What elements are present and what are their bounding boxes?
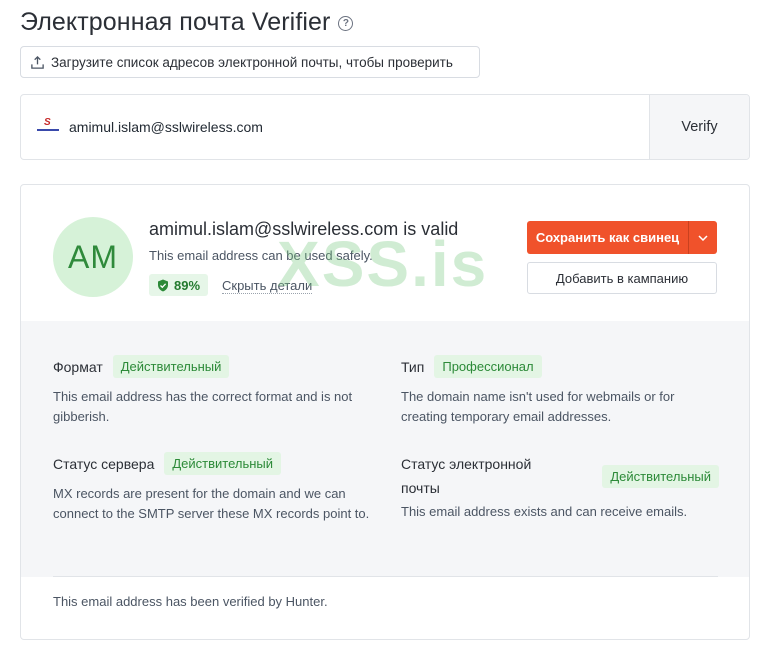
result-headline: amimul.islam@sslwireless.com is valid xyxy=(149,219,459,239)
page-title: Электронная почта Verifier xyxy=(20,8,331,36)
hide-details-link[interactable]: Скрыть детали xyxy=(222,278,313,294)
save-as-lead-button[interactable]: Сохранить как свинец xyxy=(527,221,688,254)
chevron-down-icon xyxy=(698,234,708,241)
status-badge: Действительный xyxy=(112,355,230,378)
detail-label: Статус электронной почты xyxy=(401,456,532,496)
add-to-campaign-button[interactable]: Добавить в кампанию xyxy=(527,262,717,294)
detail-description: This email address exists and can receiv… xyxy=(401,504,688,519)
detail-format: Формат Действительный This email address… xyxy=(53,355,373,427)
status-badge: Действительный xyxy=(164,452,282,475)
verify-input-wrap: S xyxy=(21,95,649,159)
detail-description: This email address has the correct forma… xyxy=(53,389,353,424)
page-header: Электронная почта Verifier ? xyxy=(20,8,354,37)
detail-email-status: Статус электронной почты Действительный … xyxy=(401,452,719,522)
detail-server-status: Статус сервера Действительный MX records… xyxy=(53,452,373,524)
status-badge: Профессионал xyxy=(434,355,542,378)
divider xyxy=(53,576,718,577)
upload-list-button[interactable]: Загрузите список адресов электронной поч… xyxy=(20,46,480,78)
save-lead-group: Сохранить как свинец xyxy=(527,221,717,254)
shield-check-icon xyxy=(158,279,168,291)
domain-logo-icon: S xyxy=(37,117,59,134)
upload-list-label: Загрузите список адресов электронной поч… xyxy=(51,54,453,70)
upload-icon xyxy=(31,55,44,69)
question-circle-icon[interactable]: ? xyxy=(338,16,354,31)
score-value: 89% xyxy=(174,277,201,293)
verify-form: S Verify xyxy=(20,94,750,160)
status-badge: Действительный xyxy=(602,464,719,488)
result-card: AM amimul.islam@sslwireless.com is valid… xyxy=(20,184,750,640)
detail-description: The domain name isn't used for webmails … xyxy=(401,389,675,424)
avatar: AM xyxy=(53,217,133,297)
save-dropdown-button[interactable] xyxy=(688,221,717,254)
details-panel: Формат Действительный This email address… xyxy=(21,321,749,577)
detail-type: Тип Профессионал The domain name isn't u… xyxy=(401,355,721,427)
verify-button[interactable]: Verify xyxy=(649,95,749,159)
result-subtitle: This email address can be used safely. xyxy=(149,248,373,263)
detail-label: Формат xyxy=(53,358,103,375)
verified-by-note: This email address has been verified by … xyxy=(53,594,328,609)
detail-description: MX records are present for the domain an… xyxy=(53,486,370,521)
score-badge: 89% xyxy=(149,274,209,296)
email-input[interactable] xyxy=(69,119,569,135)
detail-label: Статус сервера xyxy=(53,455,155,472)
detail-label: Тип xyxy=(401,358,425,375)
